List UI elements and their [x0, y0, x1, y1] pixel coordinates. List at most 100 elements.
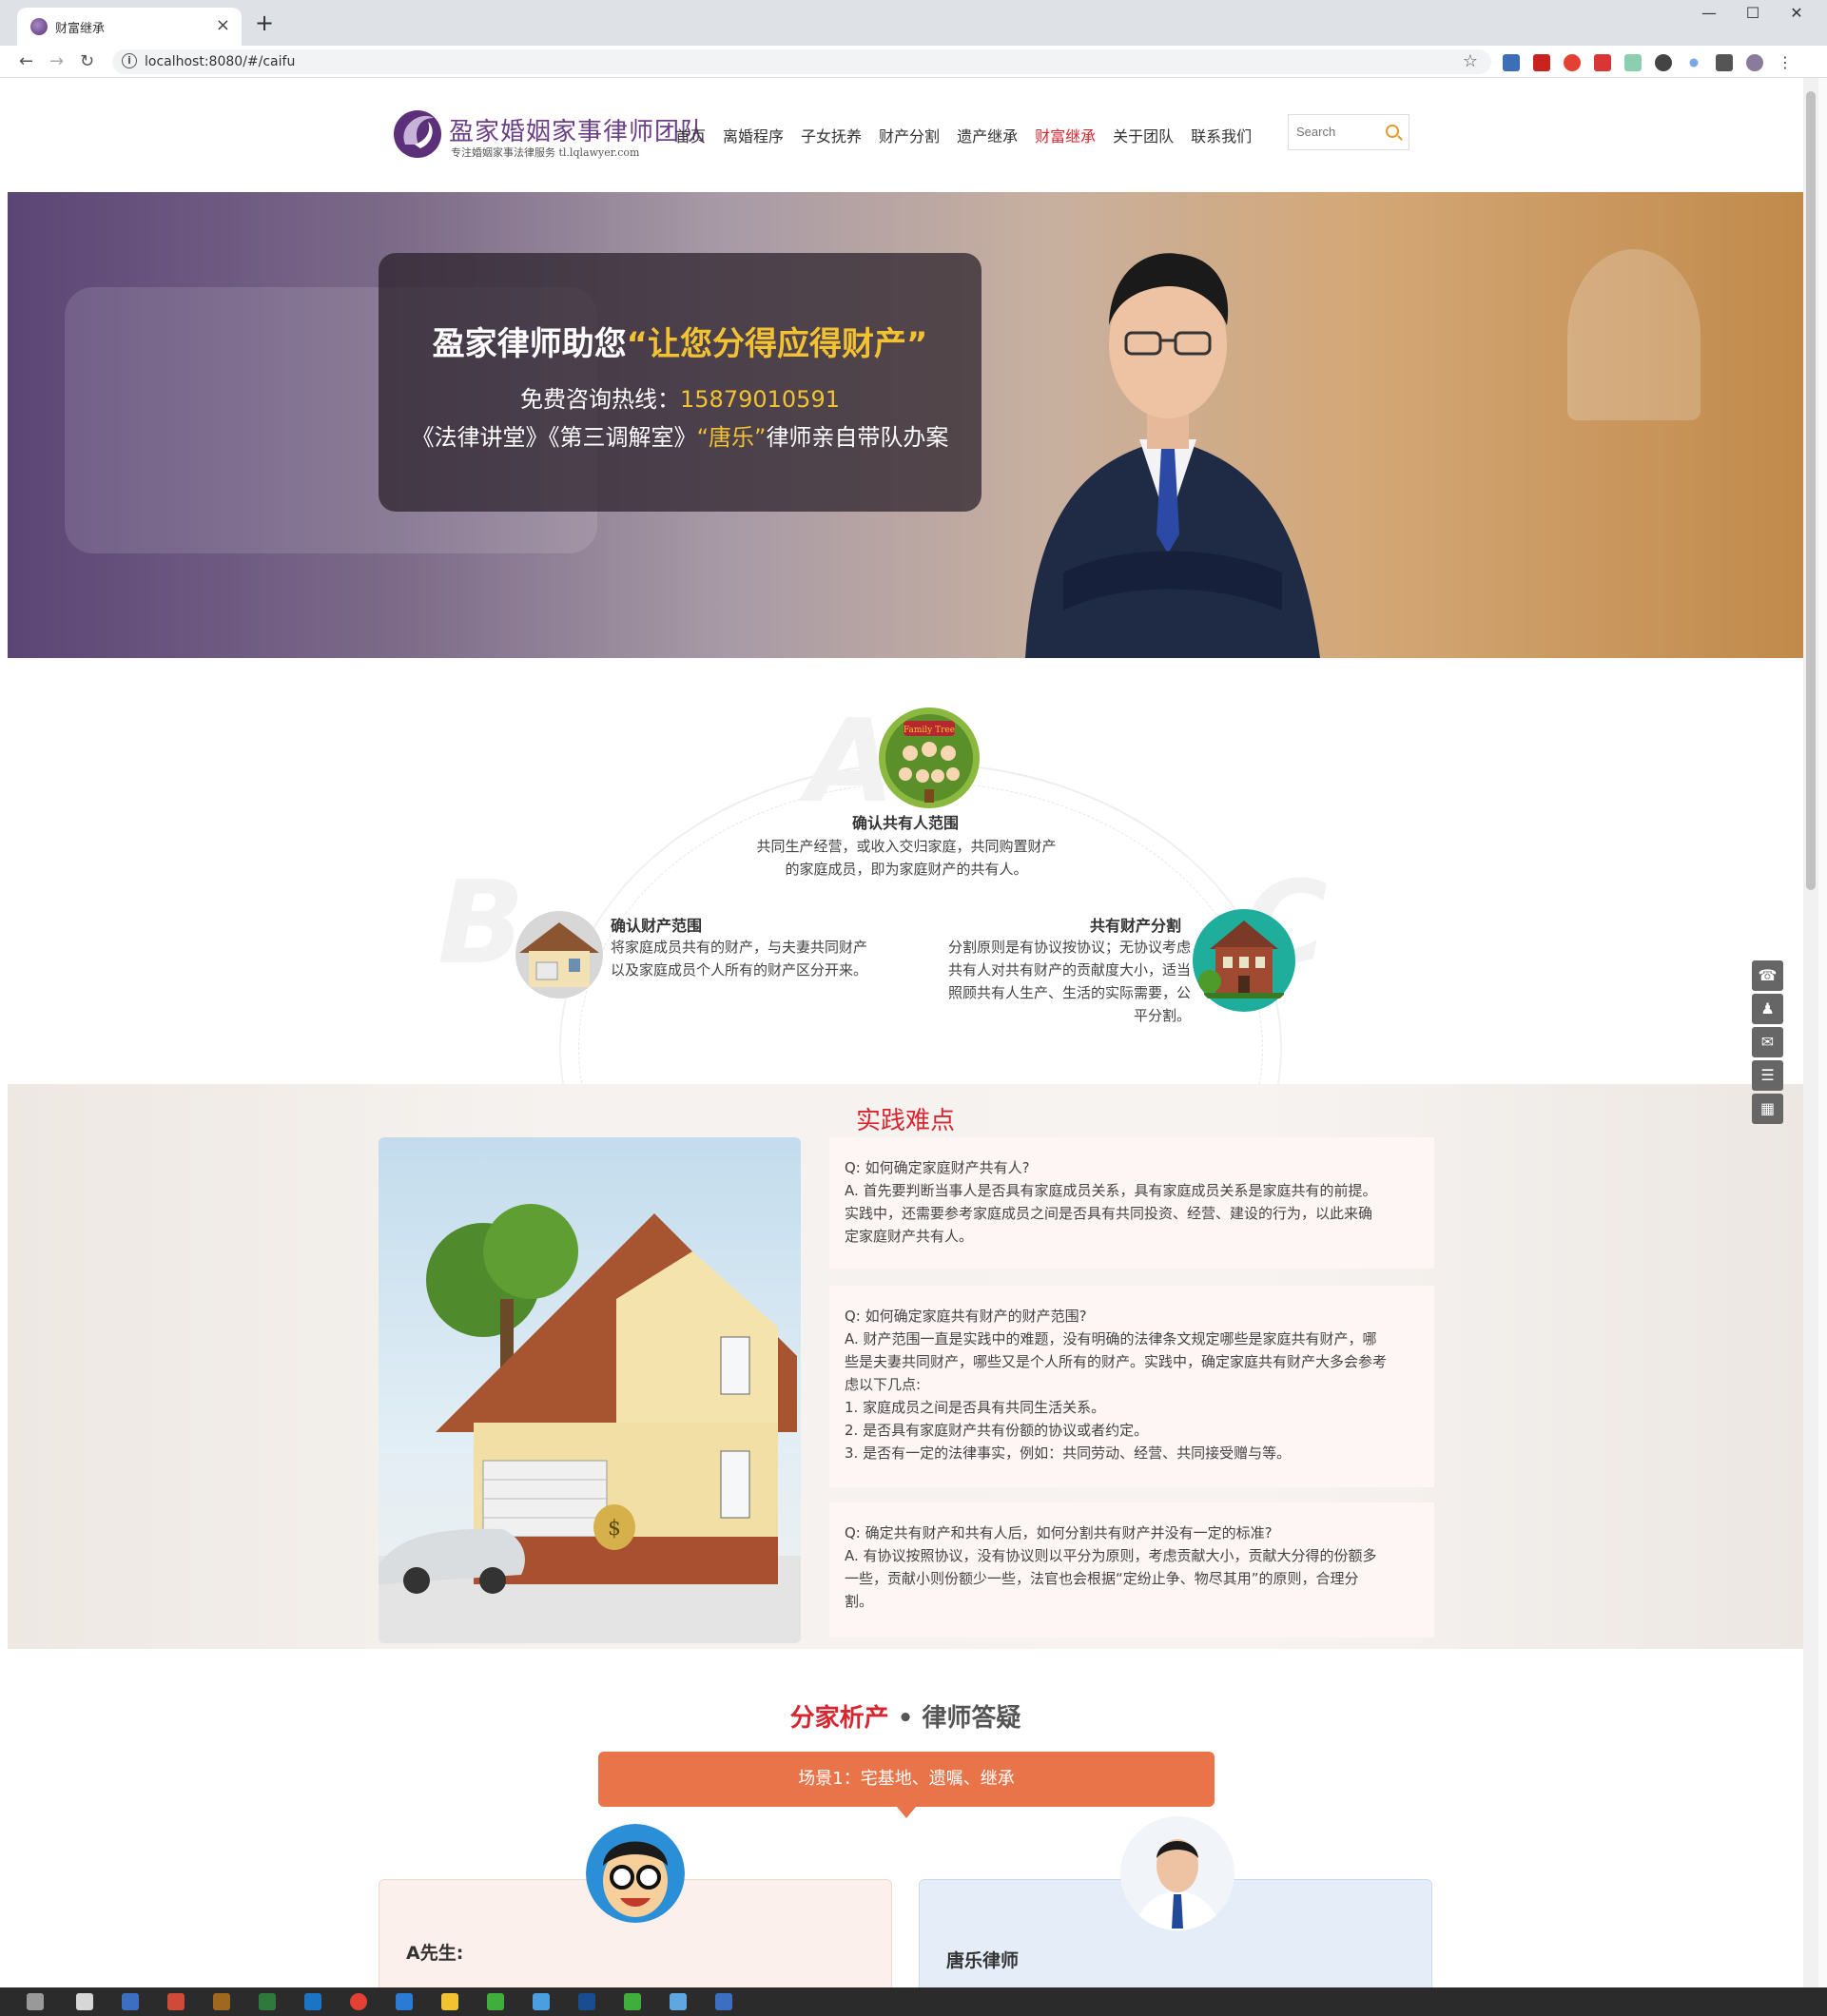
new-tab-button[interactable]: +: [255, 11, 274, 34]
scope-b-title: 确认财产范围: [611, 917, 703, 935]
app-icon[interactable]: [624, 1993, 641, 2010]
tv-highlight: “唐乐”: [696, 424, 767, 451]
hotline-number[interactable]: 15879010591: [680, 386, 840, 413]
explorer-icon[interactable]: [441, 1993, 458, 2010]
app-icon[interactable]: [533, 1993, 550, 2010]
qa-answer-line: A. 财产范围一直是实践中的难题，没有明确的法律条文规定哪些是家庭共有财产，哪: [845, 1330, 1377, 1347]
qa-question: Q: 如何确定家庭财产共有人?: [845, 1159, 1030, 1176]
extension-icon[interactable]: [1503, 54, 1520, 71]
nav-item-custody[interactable]: 子女抚养: [801, 124, 862, 146]
qa-answer-line: 一些，贡献小则份额少一些，法官也会根据“定纷止争、物尽其用”的原则，合理分: [845, 1570, 1359, 1587]
letter-b: B: [437, 858, 525, 990]
scope-c-desc: 分割原则是有协议按协议；无协议考虑 共有人对共有财产的贡献度大小，适当 照顾共有…: [921, 936, 1191, 1027]
headline-highlight: “让您分得应得财产”: [626, 325, 928, 363]
maximize-button[interactable]: ☐: [1731, 4, 1775, 22]
app-icon[interactable]: [167, 1993, 185, 2010]
nav-item-property[interactable]: 财产分割: [879, 124, 940, 146]
qa-answer-line: A. 有协议按照协议，没有协议则以平分为原则，考虑贡献大小，贡献大分得的份额多: [845, 1547, 1377, 1564]
address-bar[interactable]: i localhost:8080/#/caifu ☆: [112, 49, 1491, 74]
hotline-label: 免费咨询热线：: [520, 386, 681, 413]
lawyer-avatar: [1120, 1816, 1234, 1930]
tab-close-icon[interactable]: ×: [216, 15, 230, 35]
wechat-app-icon[interactable]: [487, 1993, 504, 2010]
url-text[interactable]: localhost:8080/#/caifu: [145, 54, 295, 69]
app-icon[interactable]: [122, 1993, 139, 2010]
scrollbar-thumb[interactable]: [1806, 91, 1816, 890]
browser-titlebar: 财富继承 × + — ☐ ✕: [0, 0, 1827, 46]
phone-icon[interactable]: ☎: [1752, 960, 1783, 991]
qa-card: Q: 确定共有财产和共有人后，如何分割共有财产并没有一定的标准? A. 有协议按…: [829, 1502, 1434, 1638]
lamp-background: [1567, 249, 1701, 420]
qa-answer-line: 割。: [845, 1593, 874, 1610]
notepad-icon[interactable]: [76, 1993, 93, 2010]
close-window-button[interactable]: ✕: [1775, 4, 1818, 22]
lawyer-name: 唐乐律师: [946, 1950, 1020, 1971]
logo-icon[interactable]: [392, 107, 443, 160]
message-icon[interactable]: ☰: [1752, 1060, 1783, 1091]
nav-item-contact[interactable]: 联系我们: [1191, 124, 1252, 146]
photoshop-icon[interactable]: [578, 1993, 595, 2010]
forward-button[interactable]: →: [49, 51, 64, 71]
practice-section: 实践难点 $ Q: 如何确定家庭财产共有人? A. 首先要判断当事人是否具有家庭…: [8, 1084, 1803, 1649]
qa-point: 3. 是否有一定的法律事实，例如：共同劳动、经营、共同接受赠与等。: [845, 1444, 1292, 1462]
extension-icon[interactable]: [1624, 54, 1642, 71]
nav-item-inheritance[interactable]: 遗产继承: [957, 124, 1018, 146]
chrome-icon[interactable]: [350, 1993, 367, 2010]
media-extension-icon[interactable]: [1716, 54, 1733, 71]
qa-point: 2. 是否具有家庭财产共有份额的协议或者约定。: [845, 1422, 1149, 1439]
app-icon[interactable]: [670, 1993, 687, 2010]
family-tree-label: Family Tree: [904, 726, 955, 735]
family-tree-icon: Family Tree: [879, 708, 980, 808]
extension-icon[interactable]: [1594, 54, 1611, 71]
wechat-icon[interactable]: ✉: [1752, 1027, 1783, 1057]
browser-toolbar: ← → ↻ i localhost:8080/#/caifu ☆ ⋮: [0, 46, 1827, 78]
scope-c-title: 共有财产分割: [1090, 917, 1182, 935]
main-nav: 首页 离婚程序 子女抚养 财产分割 遗产继承 财富继承 关于团队 联系我们: [675, 124, 1252, 146]
dreamweaver-icon[interactable]: [259, 1993, 276, 2010]
client-avatar: [586, 1824, 685, 1923]
qq-icon[interactable]: ♟: [1752, 994, 1783, 1024]
side-toolbar: ☎ ♟ ✉ ☰ ▦: [1752, 960, 1783, 1124]
scene-banner[interactable]: 场景1：宅基地、遗嘱、继承: [598, 1752, 1215, 1818]
bookmark-star-icon[interactable]: ☆: [1463, 51, 1478, 71]
scope-a-desc: 共同生产经营，或收入交归家庭，共同购置财产 的家庭成员，即为家庭财产的共有人。: [745, 835, 1068, 881]
powershell-icon[interactable]: [715, 1993, 732, 2010]
scope-a-desc-line: 共同生产经营，或收入交归家庭，共同购置财产: [756, 838, 1057, 855]
house-illustration: $: [379, 1137, 801, 1643]
window-edge: [1818, 78, 1827, 1987]
vscode-icon[interactable]: [396, 1993, 413, 2010]
os-taskbar: [0, 1987, 1827, 2016]
play-extension-icon[interactable]: [1655, 54, 1672, 71]
task-view-icon[interactable]: [27, 1993, 44, 2010]
qa-question: Q: 确定共有财产和共有人后，如何分割共有财产并没有一定的标准?: [845, 1524, 1273, 1541]
pdf-extension-icon[interactable]: [1533, 54, 1550, 71]
qrcode-icon[interactable]: ▦: [1752, 1094, 1783, 1124]
scope-a-title: 确认共有人范围: [852, 814, 960, 832]
browser-tab[interactable]: 财富继承 ×: [17, 8, 242, 46]
banner-headline: 盈家律师助您“让您分得应得财产”: [379, 318, 982, 364]
money-bag-glyph: $: [608, 1517, 621, 1541]
nav-item-home[interactable]: 首页: [675, 124, 706, 146]
chrome-extension-icon[interactable]: [1564, 54, 1581, 71]
minimize-button[interactable]: —: [1687, 4, 1731, 22]
bridge-icon[interactable]: [213, 1993, 230, 2010]
info-icon[interactable]: i: [122, 53, 137, 68]
extension-icon[interactable]: [1689, 58, 1699, 68]
page-scrollbar[interactable]: [1803, 78, 1818, 1987]
reload-button[interactable]: ↻: [80, 51, 94, 71]
search-icon[interactable]: [1386, 125, 1399, 138]
consult-title-rest: • 律师答疑: [888, 1704, 1021, 1733]
browser-menu-icon[interactable]: ⋮: [1777, 54, 1794, 71]
nav-item-divorce[interactable]: 离婚程序: [723, 124, 784, 146]
favicon-icon: [30, 18, 48, 35]
profile-avatar-icon[interactable]: [1746, 54, 1763, 71]
banner-hotline: 免费咨询热线：15879010591: [379, 380, 982, 414]
qa-answer-line: 些是夫妻共同财产，哪些又是个人所有的财产。实践中，确定家庭共有财产大多会参考: [845, 1353, 1388, 1370]
search-input[interactable]: [1296, 125, 1382, 139]
edge-icon[interactable]: [304, 1993, 321, 2010]
logo-subtitle: 专注婚姻家事法律服务 tl.lqlawyer.com: [451, 146, 640, 159]
consult-title-red: 分家析产: [789, 1704, 889, 1733]
nav-item-about[interactable]: 关于团队: [1113, 124, 1174, 146]
back-button[interactable]: ←: [19, 51, 33, 71]
nav-item-wealth[interactable]: 财富继承: [1035, 124, 1096, 146]
